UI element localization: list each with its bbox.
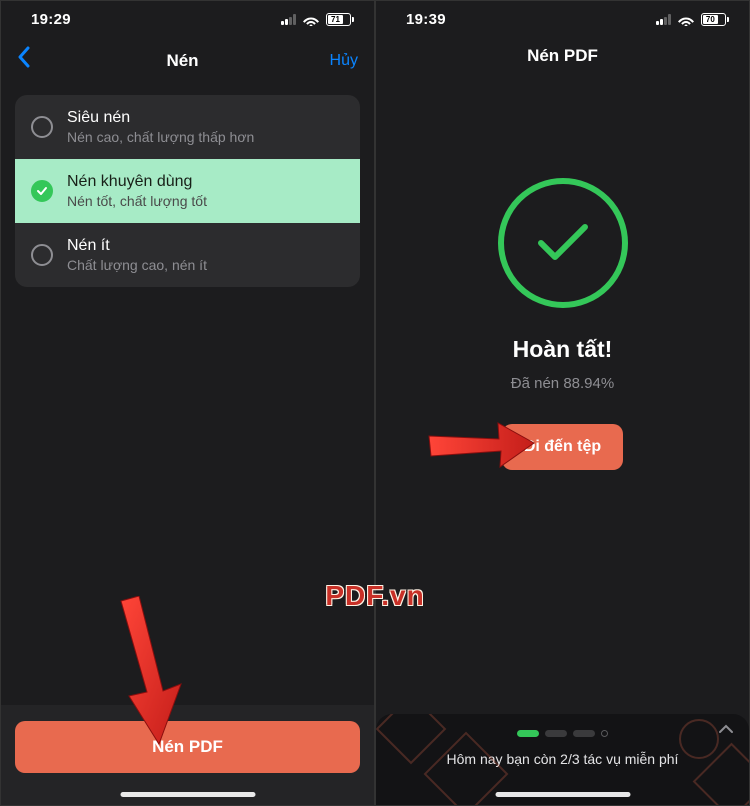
battery-icon: 70 xyxy=(701,13,729,26)
signal-icon xyxy=(281,14,296,25)
status-time: 19:39 xyxy=(406,11,446,28)
option-desc: Chất lượng cao, nén ít xyxy=(67,257,344,273)
watermark: PDF.vn xyxy=(325,580,424,612)
success-panel: Hoàn tất! Đã nén 88.94% Đi đến tệp xyxy=(376,78,749,470)
radio-checked-icon xyxy=(31,180,53,202)
success-subtitle: Đã nén 88.94% xyxy=(511,375,614,392)
back-button[interactable] xyxy=(17,46,47,75)
arrow-annotation-icon xyxy=(101,596,191,746)
option-title: Nén khuyên dùng xyxy=(67,173,344,191)
battery-icon: 71 xyxy=(326,13,354,26)
success-title: Hoàn tất! xyxy=(513,336,613,363)
wifi-icon xyxy=(678,14,694,26)
home-indicator[interactable] xyxy=(120,792,255,797)
status-bar: 19:29 71 xyxy=(1,1,374,34)
status-bar: 19:39 70 xyxy=(376,1,749,34)
option-max-compression[interactable]: Siêu nén Nén cao, chất lượng thấp hơn xyxy=(15,95,360,159)
banner-dots xyxy=(390,730,735,737)
option-title: Siêu nén xyxy=(67,109,344,127)
arrow-annotation-icon xyxy=(426,421,536,476)
signal-icon xyxy=(656,14,671,25)
page-title: Nén PDF xyxy=(376,34,749,78)
status-time: 19:29 xyxy=(31,11,71,28)
wifi-icon xyxy=(303,14,319,26)
checkmark-icon xyxy=(535,221,591,265)
banner-text: Hôm nay bạn còn 2/3 tác vụ miễn phí xyxy=(390,751,735,767)
status-icons: 71 xyxy=(281,13,354,26)
dot xyxy=(545,730,567,737)
radio-unchecked-icon xyxy=(31,244,53,266)
dot-active xyxy=(517,730,539,737)
home-indicator[interactable] xyxy=(495,792,630,797)
page-title: Nén xyxy=(47,51,318,71)
chevron-up-icon[interactable] xyxy=(717,722,735,740)
option-low-compression[interactable]: Nén ít Chất lượng cao, nén ít xyxy=(15,223,360,287)
option-title: Nén ít xyxy=(67,237,344,255)
dot xyxy=(573,730,595,737)
radio-unchecked-icon xyxy=(31,116,53,138)
nav-bar: Nén Hủy xyxy=(1,34,374,87)
option-desc: Nén cao, chất lượng thấp hơn xyxy=(67,129,344,145)
status-icons: 70 xyxy=(656,13,729,26)
cancel-button[interactable]: Hủy xyxy=(318,52,358,70)
compression-options: Siêu nén Nén cao, chất lượng thấp hơn Né… xyxy=(15,95,360,287)
phone-left: 19:29 71 Nén Hủy Siêu nén Né xyxy=(0,0,375,806)
option-desc: Nén tốt, chất lượng tốt xyxy=(67,193,344,209)
dot xyxy=(601,730,608,737)
phone-right: 19:39 70 Nén PDF Hoàn tất! Đã nén 88.94%… xyxy=(375,0,750,806)
option-recommended[interactable]: Nén khuyên dùng Nén tốt, chất lượng tốt xyxy=(15,159,360,223)
success-circle-icon xyxy=(498,178,628,308)
